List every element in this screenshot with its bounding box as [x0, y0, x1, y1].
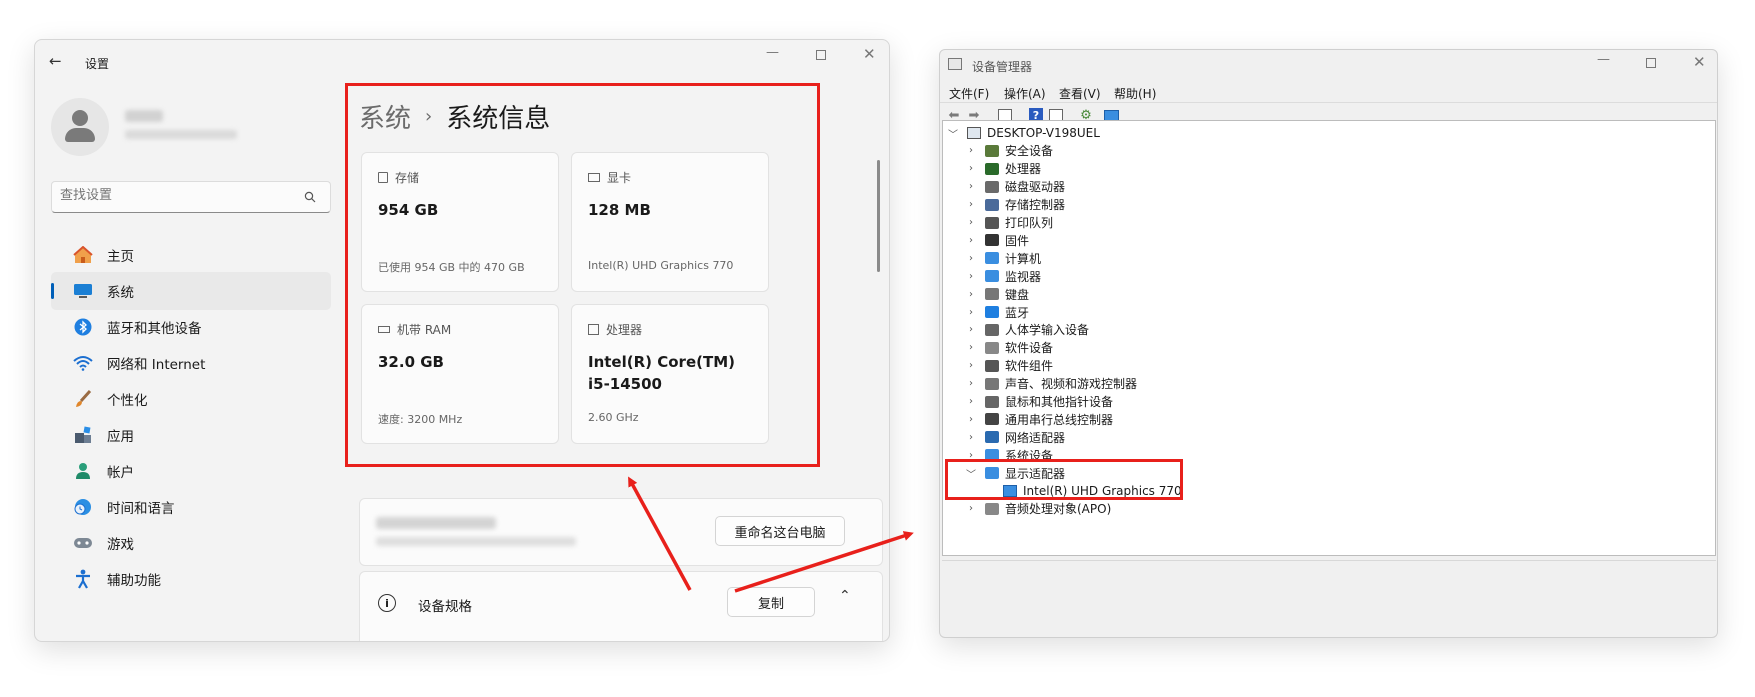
arrow-to-display-adapter: [734, 531, 914, 593]
annotation-arrows: [628, 476, 914, 593]
arrow-to-system-info: [628, 476, 692, 591]
